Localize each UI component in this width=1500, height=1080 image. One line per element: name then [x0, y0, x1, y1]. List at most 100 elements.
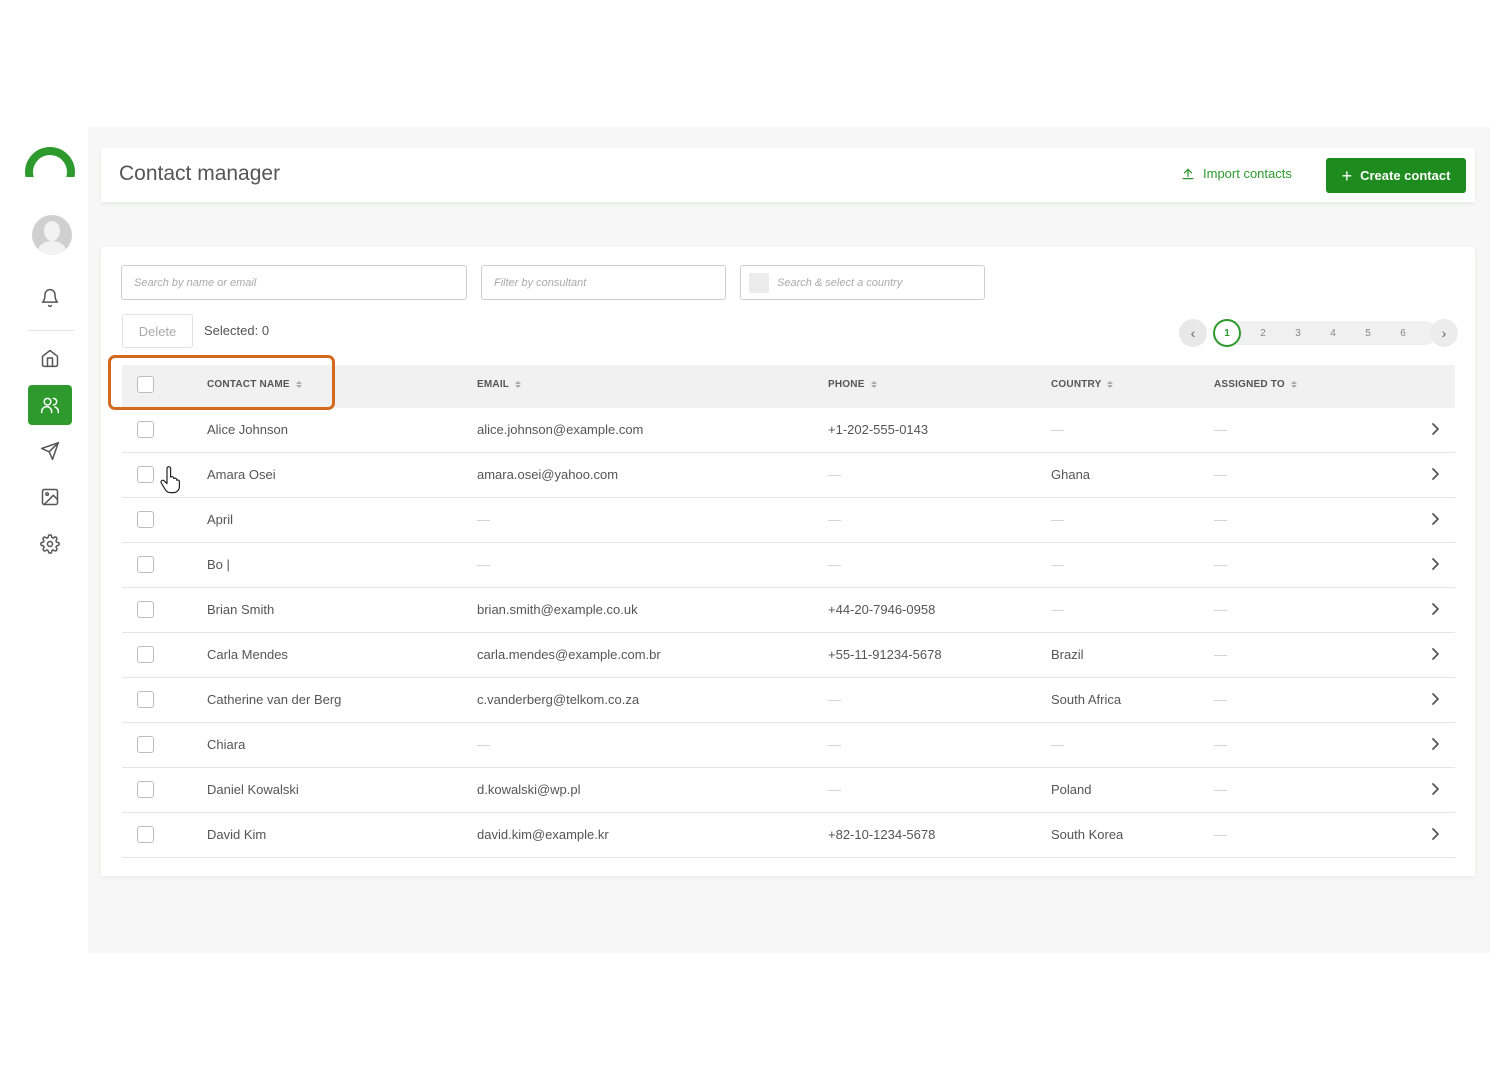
table-row[interactable]: Amara Osei amara.osei@yahoo.com — Ghana —: [122, 453, 1455, 498]
row-checkbox[interactable]: [137, 556, 154, 573]
import-contacts-label: Import contacts: [1203, 166, 1292, 181]
chevron-right-icon[interactable]: [1428, 556, 1442, 572]
table-body: Alice Johnson alice.johnson@example.com +1…: [122, 408, 1455, 858]
cell-email: amara.osei@yahoo.com: [477, 467, 619, 482]
cell-assigned: —: [1214, 827, 1227, 842]
chevron-right-icon[interactable]: [1428, 466, 1442, 482]
table-row[interactable]: Catherine van der Berg c.vanderberg@telko…: [122, 678, 1455, 723]
cell-phone: +82-10-1234-5678: [828, 827, 936, 842]
cell-email: —: [477, 737, 490, 752]
chevron-right-icon[interactable]: [1428, 736, 1442, 752]
cell-assigned: —: [1214, 692, 1227, 707]
sort-icon: [870, 381, 877, 388]
cell-name: Catherine van der Berg: [207, 692, 342, 707]
cell-name: Amara Osei: [207, 467, 276, 482]
cell-phone: —: [828, 557, 841, 572]
import-contacts-button[interactable]: Import contacts: [1181, 166, 1292, 181]
cell-assigned: —: [1214, 647, 1227, 662]
chevron-right-icon[interactable]: [1428, 511, 1442, 527]
cell-email: carla.mendes@example.com.br: [477, 647, 661, 662]
hand-cursor-icon: [160, 466, 180, 494]
row-checkbox[interactable]: [137, 736, 154, 753]
cell-assigned: —: [1214, 557, 1227, 572]
create-contact-button[interactable]: + Create contact: [1326, 158, 1466, 193]
prev-page-button[interactable]: ‹: [1179, 319, 1207, 347]
upload-icon: [1182, 168, 1194, 179]
cell-country: Poland: [1051, 782, 1092, 797]
cell-email: —: [477, 557, 490, 572]
page-5-button[interactable]: 5: [1354, 319, 1382, 347]
chevron-right-icon[interactable]: [1428, 826, 1442, 842]
page-title: Contact manager: [119, 162, 281, 185]
row-checkbox[interactable]: [137, 421, 154, 438]
cell-name: Brian Smith: [207, 602, 275, 617]
row-checkbox[interactable]: [137, 466, 154, 483]
page-2-button[interactable]: 2: [1249, 319, 1277, 347]
chevron-right-icon[interactable]: [1428, 601, 1442, 617]
row-checkbox[interactable]: [137, 511, 154, 528]
delete-button[interactable]: Delete: [122, 314, 193, 348]
cell-phone: +1-202-555-0143: [828, 422, 929, 437]
next-page-button[interactable]: ›: [1430, 319, 1458, 347]
cell-name: Daniel Kowalski: [207, 782, 299, 797]
table-row[interactable]: Chiara — — — —: [122, 723, 1455, 768]
cell-name: April: [207, 512, 234, 527]
send-icon[interactable]: [28, 431, 72, 471]
page-4-button[interactable]: 4: [1319, 319, 1347, 347]
chevron-right-icon[interactable]: [1428, 781, 1442, 797]
bell-icon[interactable]: [28, 278, 72, 318]
cell-name: Carla Mendes: [207, 647, 288, 662]
selected-count: Selected: 0: [204, 323, 270, 338]
row-checkbox[interactable]: [137, 691, 154, 708]
table-row[interactable]: Brian Smith brian.smith@example.co.uk +44-…: [122, 588, 1455, 633]
cell-country: Ghana: [1051, 467, 1091, 482]
column-label: COUNTRY: [1051, 379, 1102, 390]
cell-assigned: —: [1214, 512, 1227, 527]
page-6-button[interactable]: 6: [1389, 319, 1417, 347]
table-row[interactable]: Alice Johnson alice.johnson@example.com +1…: [122, 408, 1455, 453]
cell-phone: —: [828, 467, 841, 482]
home-icon[interactable]: [28, 338, 72, 378]
table-row[interactable]: David Kim david.kim@example.kr +82-10-1234…: [122, 813, 1455, 858]
cell-name: Chiara: [207, 737, 246, 752]
image-icon[interactable]: [28, 477, 72, 517]
column-phone[interactable]: PHONE: [828, 379, 877, 390]
row-checkbox[interactable]: [137, 826, 154, 843]
column-country[interactable]: COUNTRY: [1051, 379, 1114, 390]
contacts-icon[interactable]: [28, 385, 72, 425]
column-assigned-to[interactable]: ASSIGNED TO: [1214, 379, 1297, 390]
consultant-filter[interactable]: Filter by consultant: [481, 265, 726, 300]
cell-country: Brazil: [1051, 647, 1084, 662]
table-row[interactable]: Daniel Kowalski d.kowalski@wp.pl — Poland —: [122, 768, 1455, 813]
cell-assigned: —: [1214, 422, 1227, 437]
cell-country: —: [1051, 737, 1064, 752]
cell-assigned: —: [1214, 737, 1227, 752]
chevron-right-icon[interactable]: [1428, 646, 1442, 662]
row-checkbox[interactable]: [137, 646, 154, 663]
cell-phone: —: [828, 782, 841, 797]
table-row[interactable]: April — — — —: [122, 498, 1455, 543]
chevron-right-icon[interactable]: [1428, 421, 1442, 437]
cell-country: —: [1051, 512, 1064, 527]
chevron-right-icon[interactable]: [1428, 691, 1442, 707]
row-checkbox[interactable]: [137, 781, 154, 798]
settings-icon[interactable]: [28, 524, 72, 564]
cell-assigned: —: [1214, 467, 1227, 482]
page-3-button[interactable]: 3: [1284, 319, 1312, 347]
cell-name: Alice Johnson: [207, 422, 288, 437]
table-row[interactable]: Bo | — — — —: [122, 543, 1455, 588]
cell-phone: —: [828, 737, 841, 752]
avatar[interactable]: [32, 215, 72, 255]
cell-email: c.vanderberg@telkom.co.za: [477, 692, 640, 707]
table-row[interactable]: Carla Mendes carla.mendes@example.com.br +…: [122, 633, 1455, 678]
cell-country: South Africa: [1051, 692, 1122, 707]
column-label: EMAIL: [477, 379, 510, 390]
search-placeholder: Search by name or email: [134, 276, 257, 289]
highlight-box: [108, 355, 335, 410]
row-checkbox[interactable]: [137, 601, 154, 618]
page-1-button[interactable]: 1: [1213, 319, 1241, 347]
column-email[interactable]: EMAIL: [477, 379, 522, 390]
search-input[interactable]: Search by name or email: [121, 265, 467, 300]
contacts-card: Search by name or email Filter by consul…: [101, 247, 1475, 876]
country-select[interactable]: Search & select a country: [740, 265, 985, 300]
